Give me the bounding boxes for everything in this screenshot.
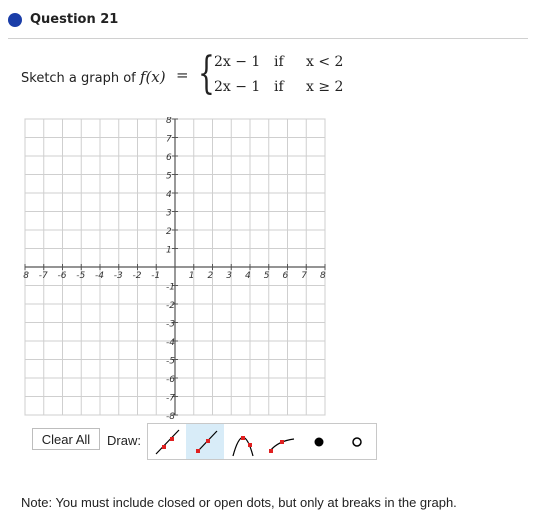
piecewise-case-2: 2x − 1 if x ≥ 2 (214, 79, 343, 95)
y-tick-label: 3 (166, 209, 172, 219)
y-tick-label: 2 (166, 227, 172, 237)
line-tool-icon (155, 429, 180, 454)
y-tick-label: -2 (166, 301, 175, 311)
case-condition: x ≥ 2 (306, 79, 344, 95)
curve-tool-button[interactable] (262, 424, 300, 459)
case-if: if (274, 54, 284, 70)
x-tick-label: 8 (320, 271, 326, 281)
function-name: f(x) (139, 68, 166, 86)
line-tool-button[interactable] (148, 424, 186, 459)
ray-tool-button[interactable] (186, 424, 224, 459)
y-tick-label: 5 (166, 172, 172, 182)
y-tick-label: -1 (166, 283, 175, 293)
case-expression: 2x − 1 (214, 54, 261, 70)
closed-dot-tool-button[interactable] (300, 424, 338, 459)
draw-label: Draw: (107, 433, 141, 448)
ray-tool-icon (196, 430, 218, 453)
y-tick-label: -5 (166, 357, 175, 367)
x-tick-label: 3 (226, 271, 232, 281)
piecewise-brace: { (198, 48, 215, 99)
x-tick-label: -2 (133, 271, 142, 281)
x-tick-label: 2 (208, 271, 214, 281)
case-condition: x < 2 (306, 54, 344, 70)
graph-canvas[interactable]: -8 -7 -6 -5 -4 -3 -2 -1 1 2 3 4 5 6 7 8 8 7 6 5 4 3 2 1 -1 -2 -3 -4… (23, 117, 328, 419)
open-dot-tool-icon (352, 436, 362, 447)
y-tick-label: -7 (166, 394, 175, 404)
open-dot-tool-button[interactable] (338, 424, 376, 459)
x-tick-label: -5 (76, 271, 85, 281)
y-tick-label: -6 (166, 375, 175, 385)
y-tick-label: 4 (166, 190, 172, 200)
y-tick-label: 8 (166, 117, 172, 126)
question-header: Question 21 (8, 10, 528, 39)
case-if: if (274, 79, 284, 95)
x-tick-label: -1 (151, 271, 160, 281)
case-expression: 2x − 1 (214, 79, 261, 95)
y-tick-label: 1 (166, 246, 172, 256)
x-tick-label: -6 (58, 271, 67, 281)
x-tick-label: 4 (245, 271, 251, 281)
x-tick-label: 6 (283, 271, 289, 281)
question-title: Question 21 (30, 12, 119, 27)
parabola-tool-icon (232, 435, 254, 456)
equals-sign: = (176, 66, 189, 84)
parabola-tool-button[interactable] (224, 424, 262, 459)
draw-toolbar (147, 423, 377, 460)
x-tick-label: -4 (95, 271, 104, 281)
clear-all-button[interactable]: Clear All (32, 428, 100, 450)
y-tick-label: -8 (166, 412, 175, 419)
x-tick-label: -7 (39, 271, 48, 281)
y-tick-label: -4 (166, 338, 175, 348)
y-tick-label: 6 (166, 153, 172, 163)
prompt-label: Sketch a graph of (21, 71, 136, 86)
curve-tool-icon (269, 437, 295, 453)
piecewise-case-1: 2x − 1 if x < 2 (214, 54, 343, 70)
closed-dot-tool-icon (314, 437, 324, 446)
x-tick-label: 5 (264, 271, 270, 281)
x-tick-label: 1 (189, 271, 195, 281)
y-tick-label: 7 (166, 135, 172, 145)
x-tick-label: 7 (301, 271, 307, 281)
x-tick-label: -8 (23, 271, 29, 281)
note-text: Note: You must include closed or open do… (21, 495, 457, 510)
prompt-text: Sketch a graph of f(x) (21, 68, 166, 86)
question-status-dot (8, 13, 22, 27)
y-tick-label: -3 (166, 320, 175, 330)
x-tick-label: -3 (114, 271, 123, 281)
